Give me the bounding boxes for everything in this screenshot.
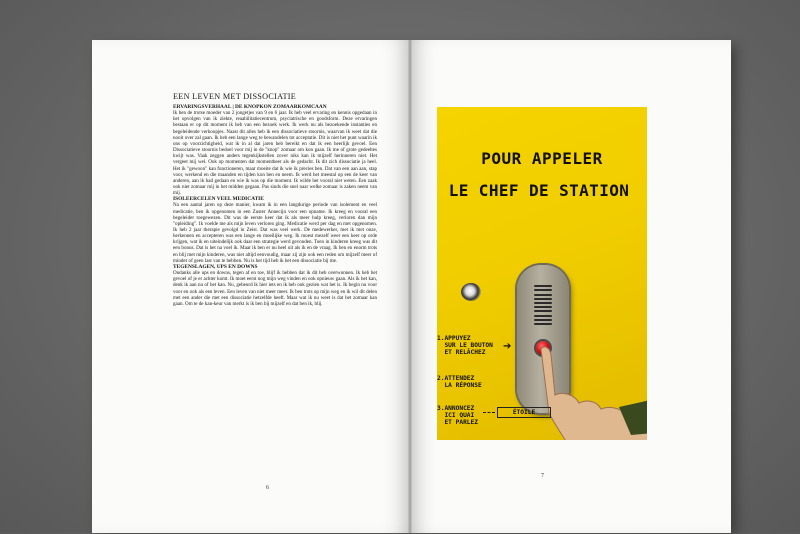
- sign-title-line1: POUR APPELER: [481, 149, 603, 168]
- speaker-grille-icon: [534, 283, 552, 335]
- instruction-step-1: 1.APPUYEZ SUR LE BOUTON ET RELÂCHEZ: [437, 335, 493, 357]
- chapter-title: EEN LEVEN MET DISSOCIATIE: [173, 92, 297, 101]
- screw-icon: [461, 283, 481, 301]
- hand-icon: [540, 346, 647, 440]
- section-paragraph: Ik ben de trotse moeder van 2 jongetjes …: [173, 110, 377, 197]
- article-text: EEN LEVEN MET DISSOCIATIE ERVARINGSVERHA…: [173, 92, 377, 307]
- etoile-label: ÉTOILE: [497, 407, 551, 418]
- sign-title-line2: LE CHEF DE STATION: [448, 181, 630, 200]
- instruction-step-2: 2.ATTENDEZ LA RÉPONSE: [437, 375, 482, 390]
- page-number-left: 6: [266, 485, 269, 491]
- book-gutter: [408, 40, 412, 533]
- section-paragraph: Ondanks alle ups en downs, tegen af en t…: [173, 270, 377, 307]
- station-sign-photo: POUR APPELER LE CHEF DE STATION ➔ 1.APPU…: [437, 107, 647, 440]
- section-paragraph: Na een aantal jaren op deze manier, kwam…: [173, 202, 377, 264]
- page-number-right: 7: [541, 473, 544, 479]
- arrow-right-icon: ➔: [503, 341, 512, 352]
- instruction-step-3: 3.ANNONCEZ ICI QUAI ET PARLEZ: [437, 405, 478, 427]
- dashed-line: [483, 412, 495, 413]
